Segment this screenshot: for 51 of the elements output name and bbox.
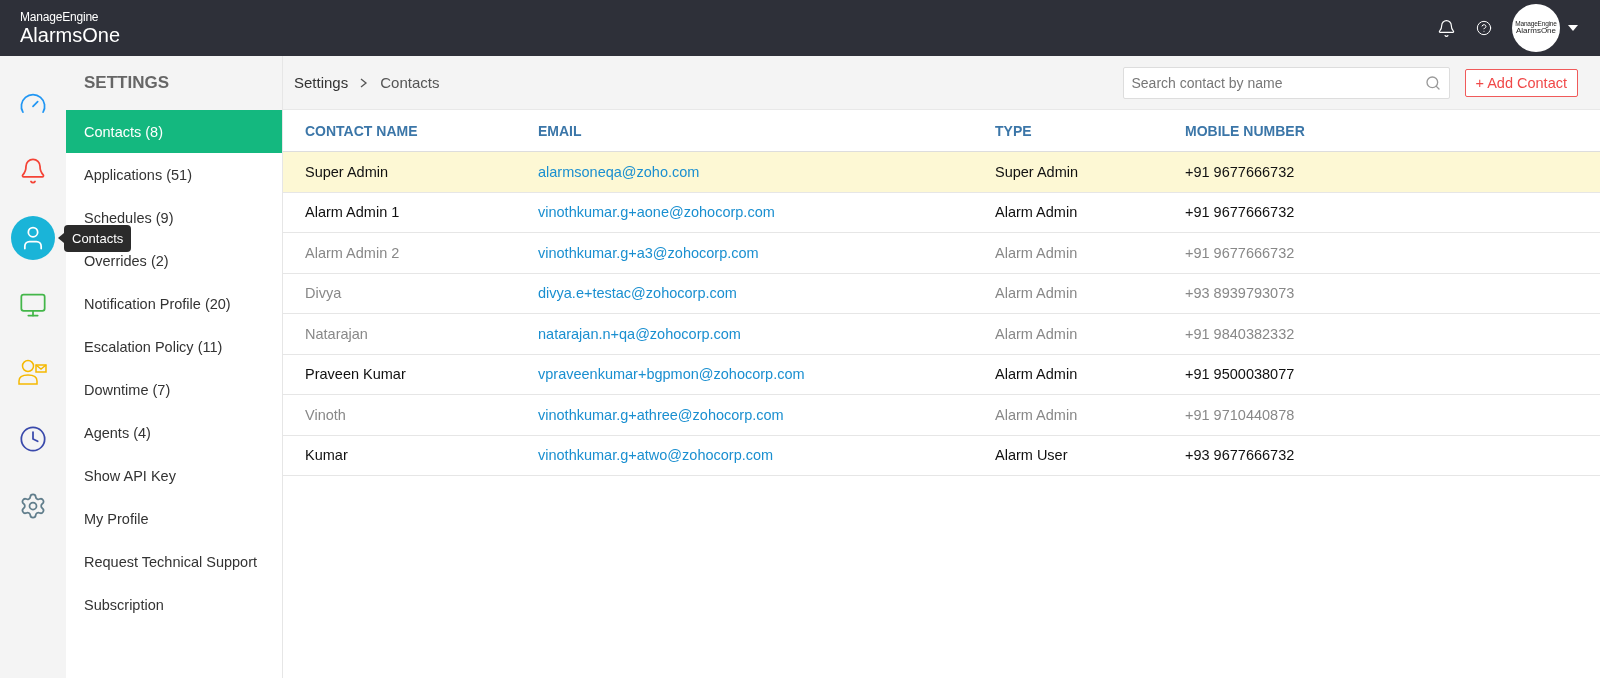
contact-type: Alarm Admin [995, 244, 1079, 261]
email-link[interactable]: vinothkumar.g+atwo@zohocorp.com [538, 447, 995, 464]
contact-name: Alarm Admin 2 [305, 244, 401, 261]
breadcrumb-current: Contacts [380, 74, 440, 91]
email-link[interactable]: vinothkumar.g+aone@zohocorp.com [538, 204, 995, 221]
contact-name: Divya [305, 285, 343, 302]
contact-type: Alarm User [995, 447, 1069, 464]
tooltip-pointer-icon [58, 233, 64, 243]
column-header: TYPE [995, 122, 1033, 139]
monitor-icon [19, 291, 47, 319]
mobile-number: +91 9710440878 [1185, 406, 1296, 423]
column-header: CONTACT NAME [305, 122, 419, 139]
contact-type: Alarm Admin [995, 366, 1079, 383]
bell-icon[interactable] [1437, 18, 1456, 38]
mobile-number: +91 9677666732 [1185, 204, 1296, 221]
contact-name: Kumar [305, 447, 349, 464]
contact-name: Praveen Kumar [305, 366, 407, 383]
search-icon[interactable] [1424, 74, 1441, 91]
contact-type: Alarm Admin [995, 325, 1079, 342]
contact-name: Natarajan [305, 325, 369, 342]
contact-type: Alarm Admin [995, 406, 1079, 423]
avatar-product: AlarmsOne [1516, 27, 1556, 36]
column-header: EMAIL [538, 122, 583, 139]
search-field[interactable]: Search contact by name [1122, 66, 1450, 99]
email-link[interactable]: vpraveenkumar+bgpmon@zohocorp.com [538, 366, 995, 383]
mobile-number: +91 9677666732 [1185, 163, 1296, 180]
caret-icon[interactable] [1568, 25, 1578, 31]
contact-name: Super Admin [305, 163, 390, 180]
person-mail-icon [17, 358, 49, 386]
chevron-icon [360, 77, 369, 88]
mobile-number: +91 9500038077 [1185, 366, 1296, 383]
contact-name: Alarm Admin 1 [305, 204, 401, 221]
contact-type: Alarm Admin [995, 204, 1079, 221]
mobile-number: +91 9840382332 [1185, 325, 1296, 342]
clock-icon [19, 425, 47, 453]
tooltip: Contacts [64, 225, 132, 252]
add-contact-button[interactable]: + Add Contact [1464, 68, 1578, 97]
table-row[interactable]: Super Admin alarmsoneqa@zoho.com Super Admin +91 9677666732 [283, 152, 1600, 193]
bell-icon [19, 157, 47, 185]
contact-type: Alarm Admin [995, 285, 1079, 302]
contact-name: Vinoth [305, 406, 347, 423]
product-name: AlarmsOne [20, 25, 121, 45]
breadcrumb-link[interactable]: Settings [294, 74, 349, 91]
help-icon[interactable] [1476, 20, 1492, 36]
mobile-number: +93 9677666732 [1185, 447, 1296, 464]
mobile-number: +93 8939793073 [1185, 285, 1296, 302]
gear-icon [19, 492, 47, 520]
brand-name: ManageEngine [20, 11, 100, 23]
mobile-number: +91 9677666732 [1185, 244, 1296, 261]
column-header: MOBILE NUMBER [1185, 122, 1306, 139]
contact-type: Super Admin [995, 163, 1080, 180]
